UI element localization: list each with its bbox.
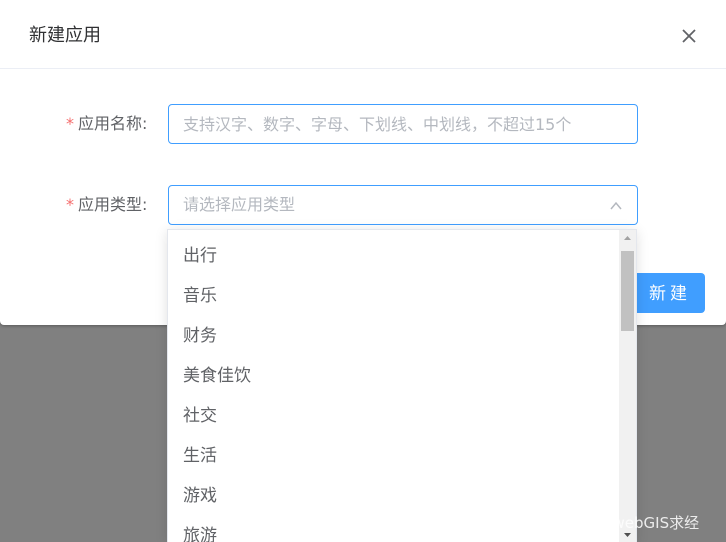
app-name-label-text: 应用名称: (78, 114, 148, 133)
app-name-input[interactable] (168, 104, 638, 144)
option-item[interactable]: 生活 (168, 436, 620, 476)
option-item[interactable]: 财务 (168, 316, 620, 356)
app-name-row: * 应用名称: (0, 104, 726, 144)
app-type-label: * 应用类型: (66, 185, 147, 225)
dialog-title: 新建应用 (29, 25, 101, 46)
close-icon[interactable] (678, 25, 700, 47)
app-type-dropdown: 出行 音乐 财务 美食佳饮 社交 生活 游戏 旅游 (167, 229, 637, 542)
chevron-up-icon (609, 198, 623, 212)
option-item[interactable]: 音乐 (168, 276, 620, 316)
option-item[interactable]: 游戏 (168, 476, 620, 516)
app-type-select[interactable]: 请选择应用类型 (168, 185, 638, 225)
dialog-header: 新建应用 (0, 0, 726, 69)
required-mark: * (66, 114, 74, 133)
scrollbar-thumb[interactable] (621, 251, 634, 331)
app-type-options: 出行 音乐 财务 美食佳饮 社交 生活 游戏 旅游 (168, 236, 620, 542)
option-item[interactable]: 美食佳饮 (168, 356, 620, 396)
option-item[interactable]: 社交 (168, 396, 620, 436)
app-name-label: * 应用名称: (66, 104, 147, 144)
required-mark: * (66, 195, 74, 214)
option-item[interactable]: 出行 (168, 236, 620, 276)
app-type-label-text: 应用类型: (78, 195, 148, 214)
create-button[interactable]: 新建 (629, 273, 705, 313)
app-type-row: * 应用类型: 请选择应用类型 (0, 185, 726, 225)
app-type-placeholder: 请选择应用类型 (183, 195, 296, 214)
scroll-up-arrow-icon[interactable] (619, 230, 636, 247)
watermark: CSDN @webGIS求经 (550, 514, 700, 532)
dropdown-scrollbar[interactable] (619, 230, 636, 542)
